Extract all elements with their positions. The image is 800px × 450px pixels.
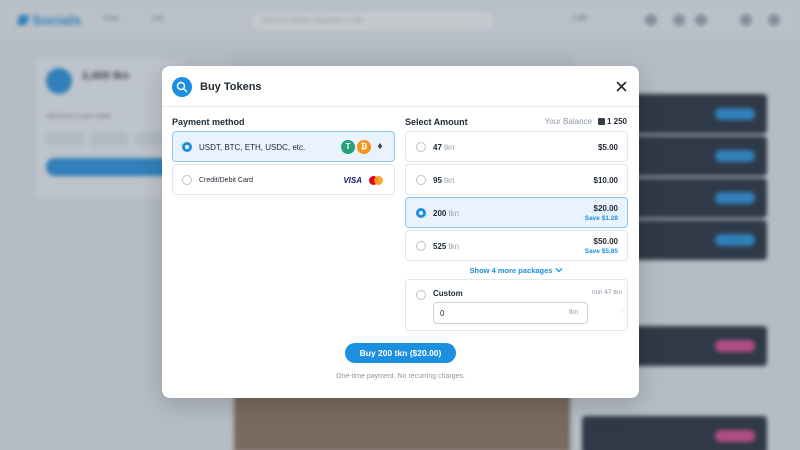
- custom-radio[interactable]: [416, 290, 426, 300]
- coin-icon: [597, 118, 605, 125]
- package-price: $5.00: [597, 143, 618, 152]
- close-icon: [616, 81, 627, 92]
- package-tokens: 47 tkn: [433, 143, 455, 152]
- radio-card[interactable]: [182, 175, 192, 185]
- select-amount-title: Select Amount: [405, 117, 468, 127]
- custom-label: Custom: [433, 289, 463, 298]
- package-radio[interactable]: [416, 142, 426, 152]
- bitcoin-icon: ₿: [357, 140, 371, 154]
- package-tokens: 200 tkn: [433, 209, 460, 218]
- custom-unit: tkn: [569, 309, 579, 316]
- package-radio[interactable]: [416, 208, 426, 218]
- payment-method-title: Payment method: [172, 117, 245, 127]
- close-button[interactable]: [614, 79, 629, 94]
- package-price: $50.00: [593, 237, 618, 246]
- buy-tokens-modal: Buy Tokens Payment method Select Amount …: [162, 66, 639, 398]
- chevron-right-icon: ›: [620, 308, 623, 315]
- ethereum-icon: ♦: [377, 141, 383, 152]
- modal-header: Buy Tokens: [162, 66, 639, 107]
- package-tokens: 95 tkn: [433, 176, 455, 185]
- package-option-selected[interactable]: 200 tkn $20.00 Save $1.28: [405, 197, 628, 228]
- package-option[interactable]: 525 tkn $50.00 Save $5.85: [405, 230, 628, 261]
- visa-icon: VISA: [343, 176, 362, 185]
- custom-amount-option[interactable]: Custom min 47 tkn tkn ›: [405, 279, 628, 331]
- payment-note: One-time payment. No recurring charges.: [336, 373, 465, 380]
- tokens-icon: [172, 77, 192, 97]
- package-radio[interactable]: [416, 175, 426, 185]
- radio-crypto[interactable]: [182, 142, 192, 152]
- chevron-down-icon: [556, 268, 563, 273]
- package-tokens: 525 tkn: [433, 242, 460, 251]
- payment-label-card: Credit/Debit Card: [199, 177, 254, 184]
- package-radio[interactable]: [416, 241, 426, 251]
- payment-option-crypto[interactable]: USDT, BTC, ETH, USDC, etc. T ₿ ♦: [172, 131, 395, 162]
- package-savings: Save $5.85: [584, 248, 618, 255]
- modal-title: Buy Tokens: [200, 81, 262, 93]
- custom-amount-input[interactable]: [433, 302, 588, 324]
- your-balance: Your Balance 1 250: [544, 117, 627, 126]
- mastercard-icon: [369, 176, 383, 185]
- custom-min: min 47 tkn: [592, 289, 622, 296]
- package-option[interactable]: 95 tkn $10.00: [405, 164, 628, 195]
- show-more-packages-link[interactable]: Show 4 more packages: [405, 266, 628, 275]
- payment-label-crypto: USDT, BTC, ETH, USDC, etc.: [199, 143, 306, 152]
- package-option[interactable]: 47 tkn $5.00: [405, 131, 628, 162]
- package-price: $10.00: [593, 176, 618, 185]
- tether-icon: T: [341, 140, 355, 154]
- buy-button[interactable]: Buy 200 tkn ($20.00): [345, 343, 456, 363]
- package-savings: Save $1.28: [584, 215, 618, 222]
- package-price: $20.00: [593, 204, 618, 213]
- payment-option-card[interactable]: Credit/Debit Card VISA: [172, 164, 395, 195]
